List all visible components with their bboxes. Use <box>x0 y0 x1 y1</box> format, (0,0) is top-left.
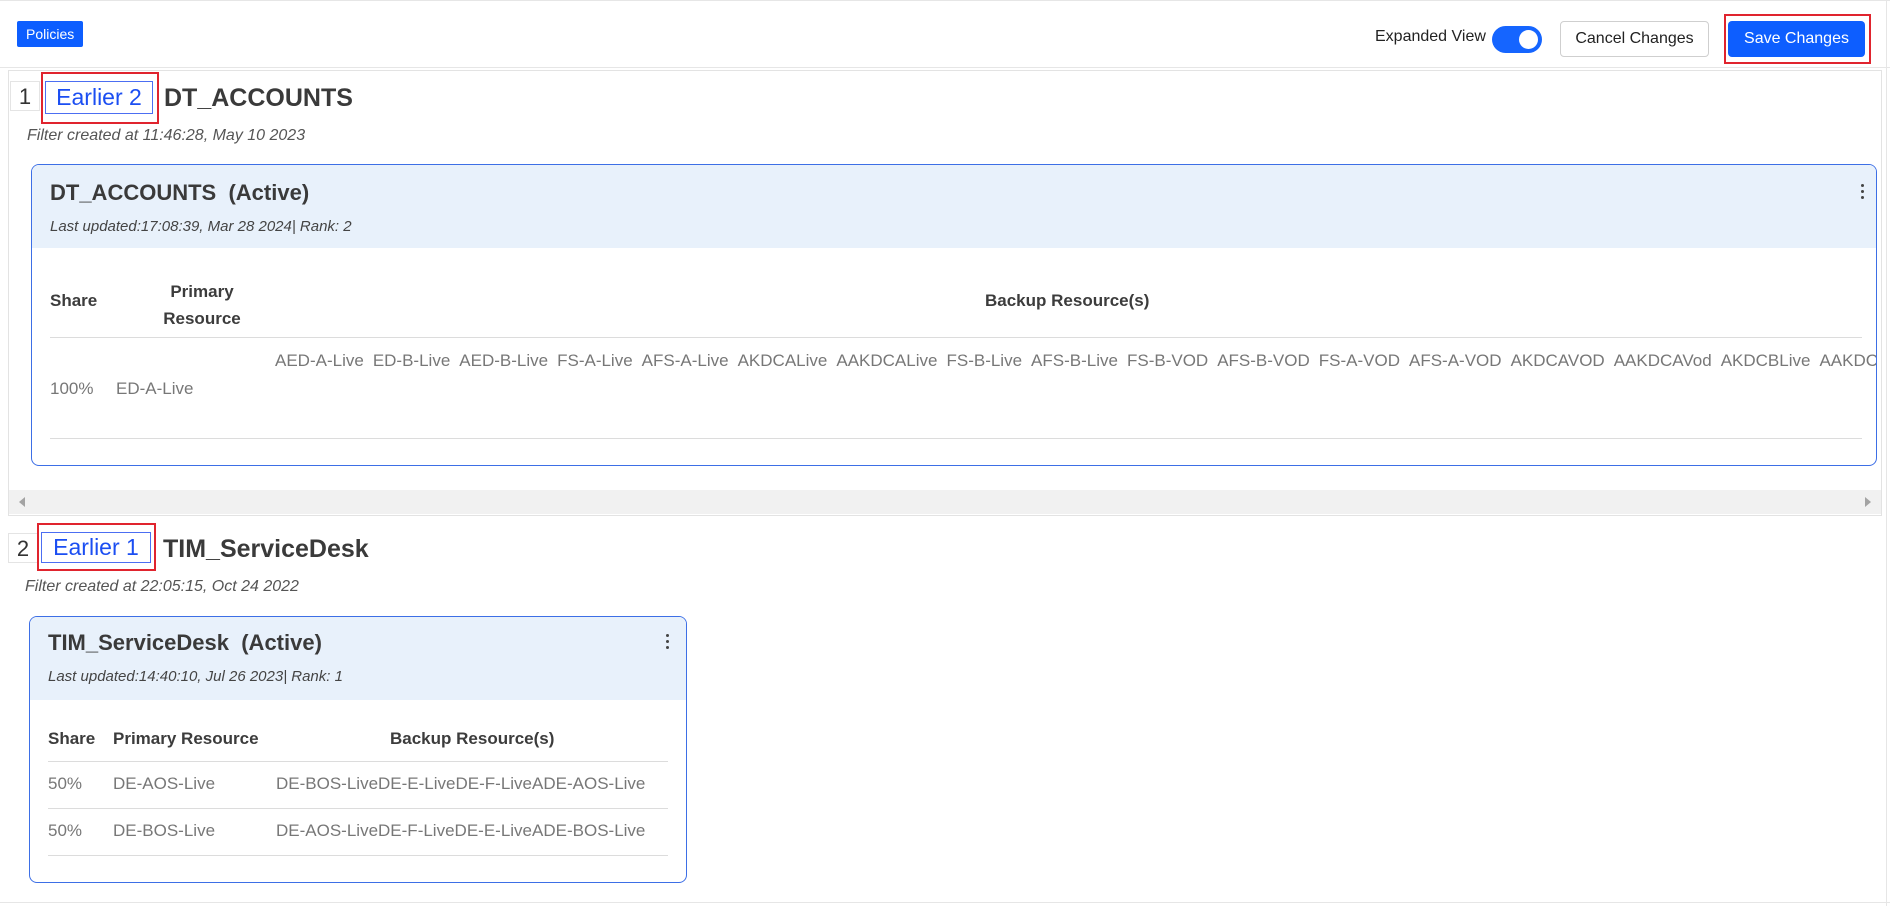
filter-created-2: Filter created at 22:05:15, Oct 24 2022 <box>25 578 299 595</box>
backup-cell: DE-AOS-LiveDE-F-LiveDE-E-LiveADE-BOS-Liv… <box>276 821 645 841</box>
primary-cell: ED-A-Live <box>116 379 194 398</box>
share-header-1: Share <box>50 291 98 310</box>
share-cell: 50% <box>48 774 83 793</box>
backup-resource-item: FS-A-VOD <box>1318 351 1400 370</box>
policies-button[interactable]: Policies <box>17 21 84 47</box>
right-edge <box>1886 0 1887 906</box>
backup-resource-item: ED-B-Live <box>372 351 451 370</box>
filter-created-1: Filter created at 11:46:28, May 10 2023 <box>27 127 306 144</box>
earlier-button-1[interactable]: Earlier 2 <box>45 81 153 114</box>
backup-resource-item: AED-B-Live <box>459 351 549 370</box>
backup-resource-item: AFS-A-VOD <box>1409 351 1502 370</box>
save-changes-button[interactable]: Save Changes <box>1728 21 1865 57</box>
top-toolbar: Policies Expanded View Cancel Changes Sa… <box>0 0 1890 68</box>
section-divider <box>0 902 1890 903</box>
backup-resource-item: DE-BOS-Live <box>276 774 379 793</box>
primary-header-2: Primary Resource <box>113 729 259 748</box>
share-header-2: Share <box>48 729 96 748</box>
cancel-changes-button[interactable]: Cancel Changes <box>1560 21 1709 57</box>
backup-header-2: Backup Resource(s) <box>390 729 555 748</box>
backup-resource-item: AAKDCALive <box>836 351 938 370</box>
policy-card-header-2: TIM_ServiceDesk (Active) Last updated:14… <box>30 617 686 700</box>
backup-resource-item: AFS-B-VOD <box>1217 351 1310 370</box>
share-cell: 50% <box>48 821 83 840</box>
filter-index-2: 2 <box>8 533 38 563</box>
row-divider-1 <box>50 438 1862 439</box>
backup-resource-item: DE-E-Live <box>454 821 533 840</box>
card-title-2: TIM_ServiceDesk (Active) <box>48 630 322 655</box>
backup-resource-item: DE-AOS-Live <box>276 821 379 840</box>
policy-card-2: TIM_ServiceDesk (Active) Last updated:14… <box>29 616 687 883</box>
primary-cell: DE-BOS-Live <box>113 821 216 840</box>
policy-card-1: DT_ACCOUNTS (Active) Last updated:17:08:… <box>31 164 1877 466</box>
scroll-right-icon[interactable] <box>1865 497 1871 507</box>
backup-resource-item: AFS-A-Live <box>641 351 729 370</box>
expanded-view-toggle[interactable] <box>1492 26 1542 53</box>
more-options-icon-1[interactable] <box>1859 184 1865 202</box>
backup-resource-item: AFS-B-Live <box>1031 351 1118 370</box>
header-divider-2 <box>48 761 668 762</box>
toggle-knob <box>1519 30 1538 49</box>
backup-resource-item: ADE-BOS-Live <box>532 821 646 840</box>
policy-card-header-1: DT_ACCOUNTS (Active) Last updated:17:08:… <box>32 165 1876 248</box>
backup-resource-item: DE-F-Live <box>378 821 455 840</box>
card-title-1: DT_ACCOUNTS (Active) <box>50 180 310 205</box>
share-cell: 100% <box>50 379 94 398</box>
filter-name-2: TIM_ServiceDesk <box>163 535 369 563</box>
scroll-left-icon[interactable] <box>19 497 25 507</box>
backup-resource-item: AED-A-Live <box>275 351 364 370</box>
card-meta-2: Last updated:14:40:10, Jul 26 2023| Rank… <box>48 668 343 685</box>
more-options-icon-2[interactable] <box>664 634 670 652</box>
card-meta-1: Last updated:17:08:39, Mar 28 2024| Rank… <box>50 218 352 235</box>
backup-resource-item: AAKDCBLive <box>1819 351 1877 370</box>
backup-resource-item: DE-E-Live <box>378 774 456 793</box>
primary-header-1: Primary Resource <box>163 282 241 328</box>
backup-resource-item: AKDCAVOD <box>1510 351 1605 370</box>
filter-name-1: DT_ACCOUNTS <box>164 84 353 112</box>
row-divider <box>48 808 668 809</box>
earlier-button-2[interactable]: Earlier 1 <box>41 532 151 563</box>
backup-resource-item: FS-A-Live <box>557 351 633 370</box>
filter-index-1: 1 <box>10 81 40 111</box>
backup-resource-item: AKDCBLive <box>1720 351 1811 370</box>
backup-resource-item: FS-B-Live <box>946 351 1023 370</box>
row-divider <box>48 855 668 856</box>
backup-resource-item: ADE-AOS-Live <box>532 774 646 793</box>
primary-cell: DE-AOS-Live <box>113 774 216 793</box>
backup-resource-item: AKDCALive <box>737 351 828 370</box>
horizontal-scrollbar[interactable] <box>9 490 1881 514</box>
backup-cell: AED-A-Live ED-B-Live AED-B-Live FS-A-Live AF… <box>275 347 1876 374</box>
backup-header-1: Backup Resource(s) <box>985 291 1150 310</box>
backup-resource-item: DE-F-Live <box>455 774 533 793</box>
expanded-view-label: Expanded View <box>1375 28 1486 45</box>
backup-resource-item: AAKDCAVod <box>1613 351 1712 370</box>
backup-cell: DE-BOS-LiveDE-E-LiveDE-F-LiveADE-AOS-Liv… <box>276 774 645 794</box>
backup-resource-item: FS-B-VOD <box>1126 351 1209 370</box>
header-divider-1 <box>50 337 1862 338</box>
